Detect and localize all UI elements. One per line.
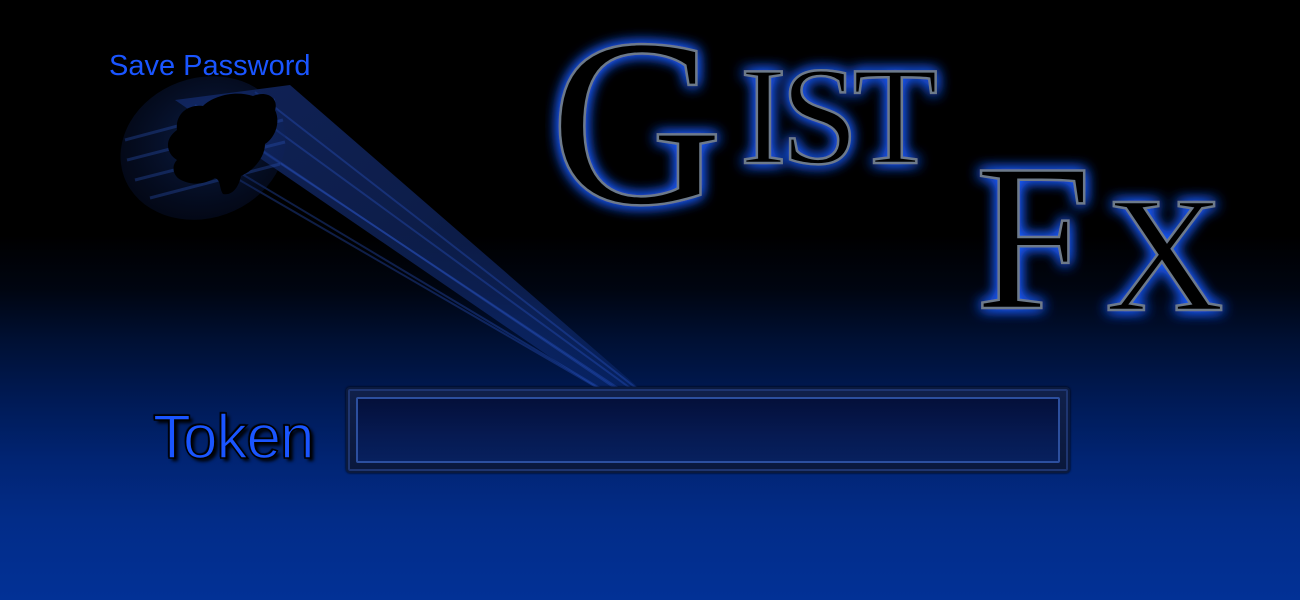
- logo-letter-g: G: [550, 10, 723, 255]
- logo-letter-f: F: [975, 122, 1092, 330]
- octocat-silhouette-icon: [167, 93, 278, 195]
- save-password-link[interactable]: Save Password: [109, 50, 311, 83]
- token-input[interactable]: [356, 397, 1060, 463]
- gistfx-logo: G IST F X: [549, 10, 1226, 330]
- token-field-frame: [346, 387, 1070, 473]
- token-label: Token: [152, 402, 315, 473]
- logo-letter-x: X: [1105, 163, 1224, 330]
- logo-letters-ist: IST: [740, 39, 936, 194]
